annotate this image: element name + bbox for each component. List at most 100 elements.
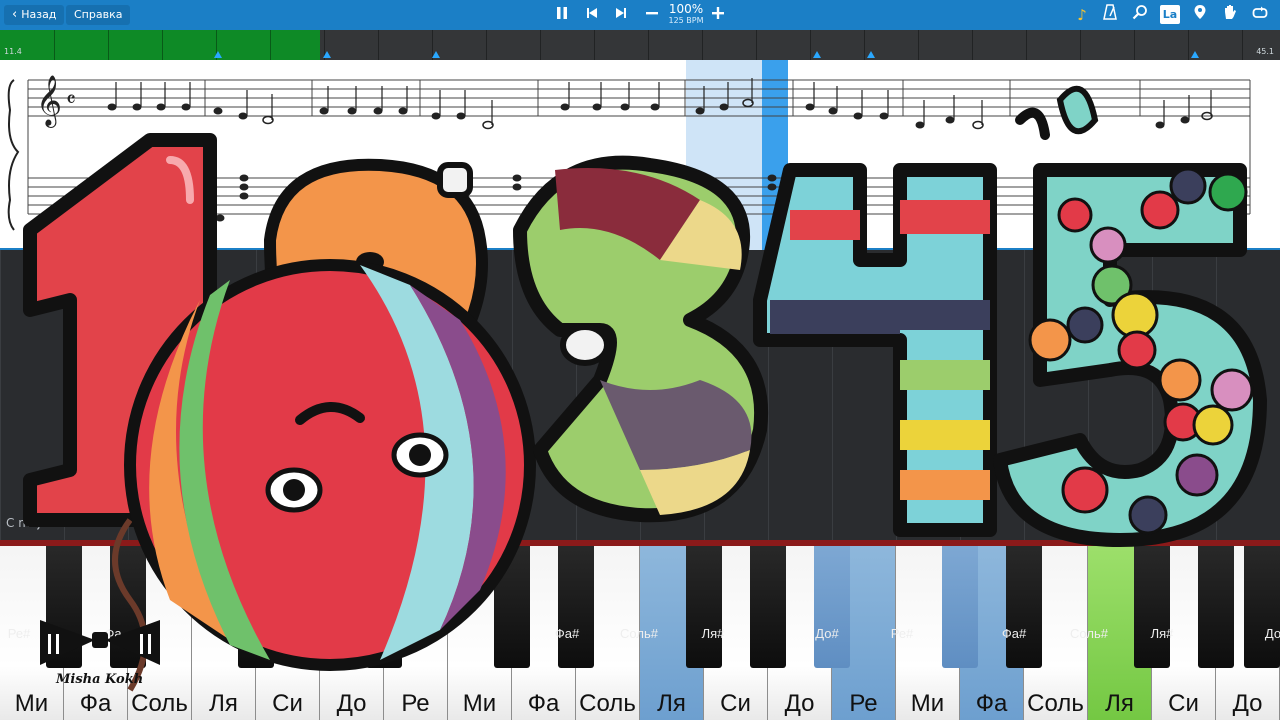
falling-notes-area: C major (0, 250, 1280, 540)
timeline-marker-icon[interactable] (1191, 51, 1199, 58)
black-key-label: До (1264, 626, 1280, 641)
black-key[interactable] (558, 540, 594, 668)
white-key-label: Фа (527, 690, 560, 717)
timeline-segment-divider (756, 30, 757, 60)
skip-back-icon[interactable] (580, 4, 604, 26)
location-pin-icon[interactable] (1188, 4, 1212, 26)
black-key[interactable] (494, 540, 530, 668)
black-key-label: Соль# (620, 626, 658, 641)
black-key[interactable] (238, 540, 274, 668)
white-key-label: Ми (14, 690, 49, 717)
white-key-label: Ля (209, 690, 238, 717)
white-key-label: Ре (849, 690, 878, 717)
white-key-label: Си (272, 690, 303, 717)
svg-text:𝄞: 𝄞 (36, 75, 62, 128)
note-names-icon[interactable]: La (1160, 5, 1180, 24)
black-key-label: Соль# (1070, 626, 1108, 641)
black-key[interactable] (366, 540, 402, 668)
black-key[interactable] (750, 540, 786, 668)
magnifier-icon[interactable] (1128, 4, 1152, 26)
timeline-segment-divider (648, 30, 649, 60)
white-key-label: Соль (1027, 690, 1084, 717)
black-key[interactable] (1198, 540, 1234, 668)
help-button[interactable]: Справка (66, 5, 131, 25)
timeline-end-label: 45.1 (1256, 47, 1274, 56)
top-toolbar: Назад Справка 100% 125 BPM ♪ La (0, 0, 1280, 30)
pause-icon[interactable] (550, 4, 574, 26)
timeline-segment-divider (108, 30, 109, 60)
timeline-marker-icon[interactable] (323, 51, 331, 58)
black-key-label: Ля# (1150, 626, 1174, 641)
timeline-segment-divider (540, 30, 541, 60)
music-note-icon[interactable]: ♪ (1070, 4, 1094, 26)
timeline-segment-divider (1080, 30, 1081, 60)
note-lane-divider (64, 250, 65, 540)
back-button[interactable]: Назад (4, 5, 65, 25)
timeline-progress-fill (0, 30, 320, 60)
timeline-marker-icon[interactable] (813, 51, 821, 58)
timeline-segment-divider (972, 30, 973, 60)
loop-icon[interactable] (1248, 4, 1272, 26)
black-key[interactable] (302, 540, 338, 668)
white-key-label: До (336, 690, 367, 717)
logo-signature-text: Misha Kokh (56, 672, 144, 687)
metronome-icon[interactable] (1098, 4, 1122, 26)
timeline-start-label: 11.4 (4, 47, 22, 56)
note-lane-divider (448, 250, 449, 540)
note-lane-divider (1088, 250, 1089, 540)
score-svg: 𝄞 𝄴 (7, 60, 1251, 250)
black-key[interactable] (1244, 540, 1280, 668)
note-lane-divider (128, 250, 129, 540)
black-key[interactable] (686, 540, 722, 668)
black-key-label: До# (815, 626, 839, 641)
note-lane-divider (768, 250, 769, 540)
white-key-label: До (784, 690, 815, 717)
timeline-segment-divider (1026, 30, 1027, 60)
note-lane-divider (512, 250, 513, 540)
timeline-segment-divider (1134, 30, 1135, 60)
sheet-music: 𝄞 𝄴 (0, 60, 1280, 250)
piano-keyboard: Ми Фа Соль Ля Си До Ре Ми Фа Соль Ля Си До Ре Ми Фа Соль… (0, 540, 1280, 720)
note-lane-divider (1152, 250, 1153, 540)
note-lane-divider (704, 250, 705, 540)
timeline-segment-divider (810, 30, 811, 60)
black-key[interactable] (942, 540, 978, 668)
keyboard-top-rail (0, 540, 1280, 546)
white-key-label: До (1232, 690, 1263, 717)
note-lane-divider (384, 250, 385, 540)
timeline-segment-divider (1242, 30, 1243, 60)
hand-icon[interactable] (1218, 4, 1242, 26)
note-lane-divider (960, 250, 961, 540)
timeline-segment-divider (270, 30, 271, 60)
key-signature-label: C major (6, 516, 53, 530)
timeline-segment-divider (918, 30, 919, 60)
white-key-label: Си (1168, 690, 1199, 717)
black-key[interactable] (46, 540, 82, 668)
timeline-segment-divider (378, 30, 379, 60)
white-key-label: Ми (910, 690, 945, 717)
zoom-in-plus-icon[interactable] (706, 4, 730, 26)
black-key[interactable] (1134, 540, 1170, 668)
black-key[interactable] (1006, 540, 1042, 668)
white-key-label: Соль (579, 690, 636, 717)
timeline-marker-icon[interactable] (432, 51, 440, 58)
white-key-label: Ля (1105, 690, 1134, 717)
timeline-segment-divider (1188, 30, 1189, 60)
white-key-label: Ре (401, 690, 430, 717)
note-lane-divider (1024, 250, 1025, 540)
black-key[interactable] (814, 540, 850, 668)
black-key-label: Ре# (890, 626, 914, 641)
timeline-marker-icon[interactable] (867, 51, 875, 58)
piano-app-screen: Назад Справка 100% 125 BPM ♪ La (0, 0, 1280, 720)
skip-forward-icon[interactable] (609, 4, 633, 26)
timeline-segment-divider (864, 30, 865, 60)
timeline-marker-icon[interactable] (214, 51, 222, 58)
timeline-segment-divider (702, 30, 703, 60)
song-progress-timeline[interactable]: 11.4 45.1 (0, 30, 1280, 60)
black-key-label: Ре# (7, 626, 31, 641)
timeline-segment-divider (162, 30, 163, 60)
white-key-label: Ми (462, 690, 497, 717)
timeline-segment-divider (54, 30, 55, 60)
black-key[interactable] (110, 540, 146, 668)
black-key-label: Фа# (1001, 626, 1027, 641)
